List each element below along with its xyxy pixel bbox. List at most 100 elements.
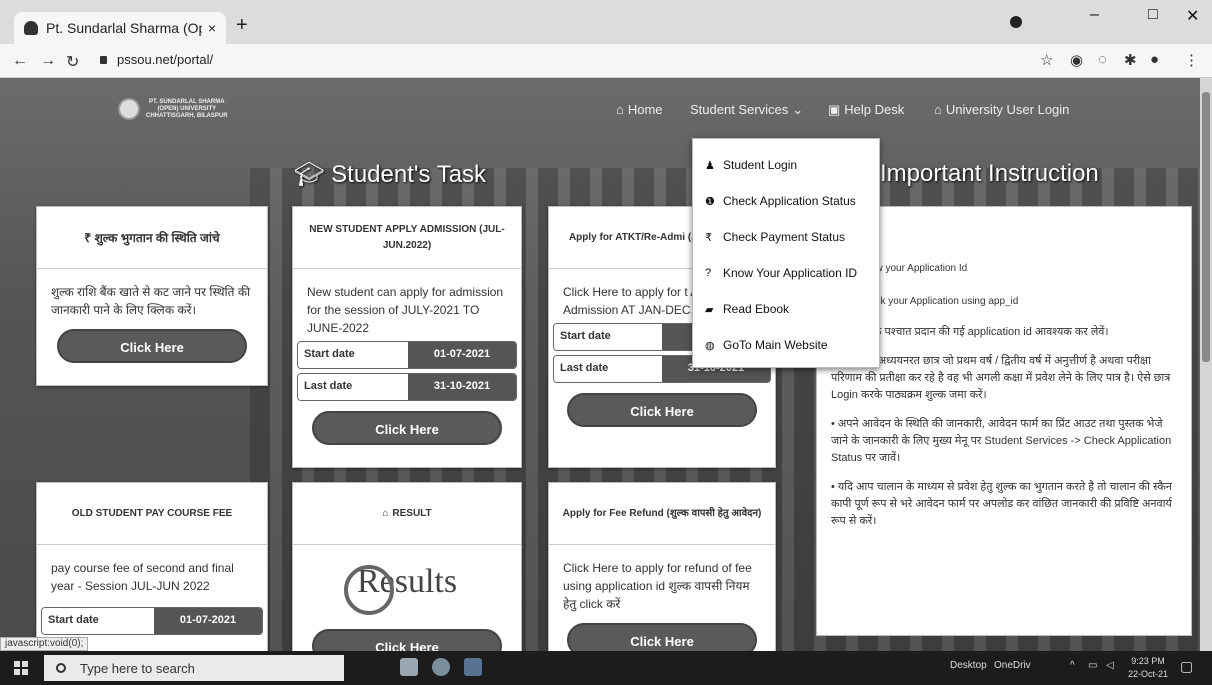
instruction-line: • अपने आवेदन के स्थिति की जानकारी, आवेदन…	[831, 418, 1172, 464]
refund-button[interactable]: Click Here	[567, 623, 757, 651]
search-placeholder: Type here to search	[80, 660, 195, 676]
forward-arrow-icon[interactable]: →	[40, 52, 56, 70]
payment-check-card: ₹ शुल्क भुगतान की स्थिति जांचे शुल्क राश…	[36, 206, 268, 386]
notification-icon[interactable]: ▢	[1180, 658, 1193, 675]
refund-card: Apply for Fee Refund (शुल्क वापसी हेतु आ…	[548, 482, 776, 651]
windows-start-icon[interactable]	[14, 661, 28, 675]
result-card: ⌂ RESULT Results Click Here	[292, 482, 522, 651]
university-icon: ⌂	[934, 102, 942, 117]
taskbar-clock[interactable]: 9:23 PM 22-Oct-21	[1128, 655, 1168, 681]
close-window-button[interactable]: ✕	[1186, 6, 1199, 26]
puzzle-extension-icon[interactable]: ✱	[1124, 51, 1137, 69]
dropdown-item-know-application-id[interactable]: ? Know Your Application ID	[693, 255, 879, 291]
card-body: pay course fee of second and final year …	[51, 561, 234, 593]
dropdown-item-check-payment[interactable]: ₹ Check Payment Status	[693, 219, 879, 255]
instruction-line: ere to know your Application Id	[831, 263, 968, 274]
atkt-button[interactable]: Click Here	[567, 393, 757, 427]
instruction-line: • वि. वि. में अध्ययनरत छात्र जो प्रथम वर…	[831, 355, 1171, 401]
file-explorer-icon[interactable]	[400, 658, 418, 676]
browser-tab-bar: Pt. Sundarlal Sharma (Ope × + – □ ✕	[0, 0, 1212, 44]
dropdown-item-check-application[interactable]: ❶ Check Application Status	[693, 183, 879, 219]
volume-icon[interactable]: ◁	[1106, 660, 1114, 671]
card-title: Apply for Fee Refund (शुल्क वापसी हेतु आ…	[549, 483, 775, 545]
url-field[interactable]: pssou.net/portal/	[100, 52, 213, 67]
dropdown-item-main-website[interactable]: ◍ GoTo Main Website	[693, 327, 879, 363]
url-text: pssou.net/portal/	[117, 52, 214, 67]
new-tab-button[interactable]: +	[236, 14, 248, 37]
start-date-row: Start date 01-07-2021	[297, 341, 517, 369]
university-logo[interactable]: PT. SUNDARLAL SHARMA (OPEN) UNIVERSITY C…	[118, 98, 228, 120]
new-admission-button[interactable]: Click Here	[312, 411, 502, 445]
university-seal-icon	[118, 98, 140, 120]
battery-icon[interactable]: ▭	[1088, 660, 1097, 671]
tab-close-icon[interactable]: ×	[208, 20, 216, 36]
students-task-title: 🎓︎ Student's Task	[294, 161, 487, 188]
bank-icon: ⌂	[382, 507, 389, 519]
chrome-icon[interactable]	[432, 658, 450, 676]
bookmark-star-icon[interactable]: ☆	[1040, 51, 1053, 69]
onedrive-label[interactable]: OneDriv	[994, 660, 1031, 671]
card-title: ⌂ RESULT	[293, 483, 521, 545]
rupee-icon: ₹	[705, 231, 712, 244]
user-icon: ♟	[705, 159, 715, 172]
card-body: शुल्क राशि बैंक खाते से कट जाने पर स्थित…	[51, 285, 251, 317]
home-icon: ⌂	[616, 102, 624, 117]
address-bar: ← → ↻ pssou.net/portal/ ☆ ◉ ◌ ✱ ● ⋮	[0, 44, 1212, 78]
student-services-dropdown: ♟ Student Login ❶ Check Application Status…	[692, 138, 880, 368]
reload-icon[interactable]: ↻	[66, 52, 79, 72]
page-content: PT. SUNDARLAL SHARMA (OPEN) UNIVERSITY C…	[0, 78, 1200, 651]
back-arrow-icon[interactable]: ←	[12, 52, 28, 70]
card-body: New student can apply for admission for …	[307, 285, 504, 335]
nav-university-login[interactable]: ⌂ University User Login	[934, 102, 1069, 117]
important-instruction-title: Important Instruction	[880, 160, 1099, 187]
question-icon: ?	[705, 267, 712, 279]
results-magnifier-image: Results	[332, 563, 482, 623]
lock-icon	[100, 55, 107, 64]
nav-home[interactable]: ⌂ Home	[616, 102, 663, 117]
extension-icon[interactable]: ◉	[1070, 51, 1083, 69]
help-desk-icon: ▣	[828, 102, 841, 117]
graduation-cap-icon: 🎓︎	[294, 161, 332, 188]
profile-avatar-icon[interactable]: ●	[1150, 51, 1159, 68]
instruction-line: t Login	[831, 227, 1177, 244]
nav-student-services[interactable]: Student Services ⌄	[690, 102, 807, 118]
card-title: NEW STUDENT APPLY ADMISSION (JUL-JUN.202…	[293, 207, 521, 269]
word-icon[interactable]	[464, 658, 482, 676]
result-button[interactable]: Click Here	[312, 629, 502, 651]
taskbar-search-box[interactable]: Type here to search	[44, 655, 344, 681]
nav-help-desk[interactable]: ▣ Help Desk	[828, 102, 904, 118]
new-admission-card: NEW STUDENT APPLY ADMISSION (JUL-JUN.202…	[292, 206, 522, 468]
instruction-line: े आवेदन के पश्चात प्रदान की गई applicati…	[831, 326, 1109, 338]
magnifier-icon	[344, 565, 394, 615]
browser-menu-icon[interactable]: ⋮	[1184, 51, 1199, 69]
payment-check-button[interactable]: Click Here	[57, 329, 247, 363]
start-date-row: Start date 01-07-2021	[41, 607, 263, 635]
card-body: Click Here to apply for refund of fee us…	[563, 561, 752, 611]
info-circle-icon: ❶	[705, 195, 715, 208]
windows-taskbar: Type here to search Desktop OneDriv ^ ▭ …	[0, 651, 1212, 685]
scrollbar-thumb[interactable]	[1202, 92, 1210, 362]
logo-text: PT. SUNDARLAL SHARMA (OPEN) UNIVERSITY C…	[146, 98, 228, 119]
globe-icon: ◍	[705, 339, 715, 352]
book-icon: ▰	[705, 303, 714, 316]
site-favicon-icon	[24, 21, 38, 35]
maximize-button[interactable]: □	[1148, 6, 1158, 24]
old-student-card: OLD STUDENT PAY COURSE FEE pay course fe…	[36, 482, 268, 651]
desktop-toolbar-label[interactable]: Desktop	[950, 660, 987, 671]
minimize-button[interactable]: –	[1090, 6, 1099, 24]
last-date-row: Last date 31-10-2021	[297, 373, 517, 401]
record-indicator-icon	[1010, 16, 1022, 28]
tab-title: Pt. Sundarlal Sharma (Ope	[46, 20, 202, 36]
tray-chevron-icon[interactable]: ^	[1070, 660, 1075, 671]
card-title: OLD STUDENT PAY COURSE FEE	[37, 483, 267, 545]
card-title: ₹ शुल्क भुगतान की स्थिति जांचे	[37, 207, 267, 269]
search-icon	[56, 663, 66, 673]
instruction-line: ere to check your Application using app_…	[831, 296, 1019, 307]
dropdown-item-student-login[interactable]: ♟ Student Login	[693, 147, 879, 183]
shield-extension-icon[interactable]: ◌	[1098, 51, 1107, 68]
dropdown-item-read-ebook[interactable]: ▰ Read Ebook	[693, 291, 879, 327]
browser-tab[interactable]: Pt. Sundarlal Sharma (Ope ×	[14, 12, 226, 44]
status-bar-url: javascript:void(0);	[0, 637, 89, 651]
chevron-down-icon: ⌄	[792, 102, 804, 117]
instruction-line: • यदि आप चालान के माध्यम से प्रवेश हेतु …	[831, 481, 1172, 527]
